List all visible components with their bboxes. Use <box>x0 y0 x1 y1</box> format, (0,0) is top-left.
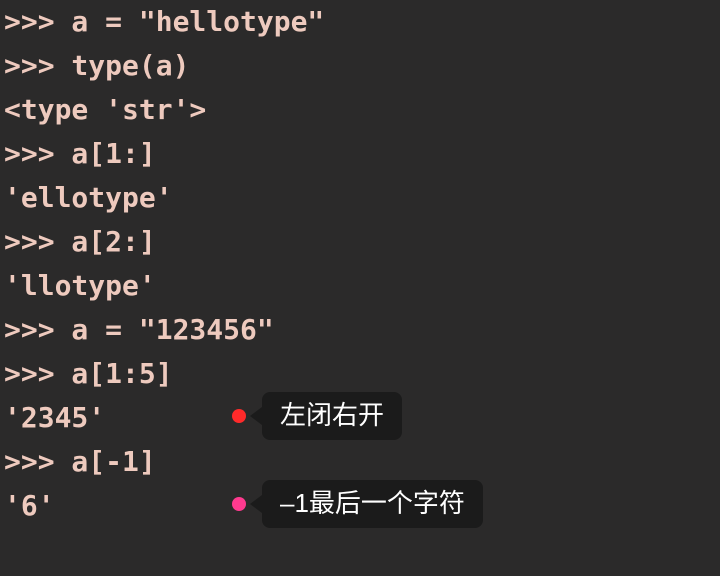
repl-output-line: 'llotype' <box>0 264 720 308</box>
annotation: 左闭右开 <box>232 394 402 438</box>
repl-input-line: >>> a[1:5] <box>0 352 720 396</box>
repl-input-line: >>> a = "123456" <box>0 308 720 352</box>
repl-input-line: >>> a[2:] <box>0 220 720 264</box>
marker-dot-icon <box>232 409 246 423</box>
repl-input-line: >>> type(a) <box>0 44 720 88</box>
annotation-bubble: 左闭右开 <box>262 392 402 440</box>
repl-input-line: >>> a[-1] <box>0 440 720 484</box>
terminal[interactable]: >>> a = "hellotype" >>> type(a) <type 's… <box>0 0 720 576</box>
repl-output-line: 'ellotype' <box>0 176 720 220</box>
repl-input-line: >>> a[1:] <box>0 132 720 176</box>
marker-dot-icon <box>232 497 246 511</box>
annotation-bubble: –1最后一个字符 <box>262 480 483 528</box>
repl-output-line: <type 'str'> <box>0 88 720 132</box>
annotation: –1最后一个字符 <box>232 482 483 526</box>
repl-input-line: >>> a = "hellotype" <box>0 0 720 44</box>
